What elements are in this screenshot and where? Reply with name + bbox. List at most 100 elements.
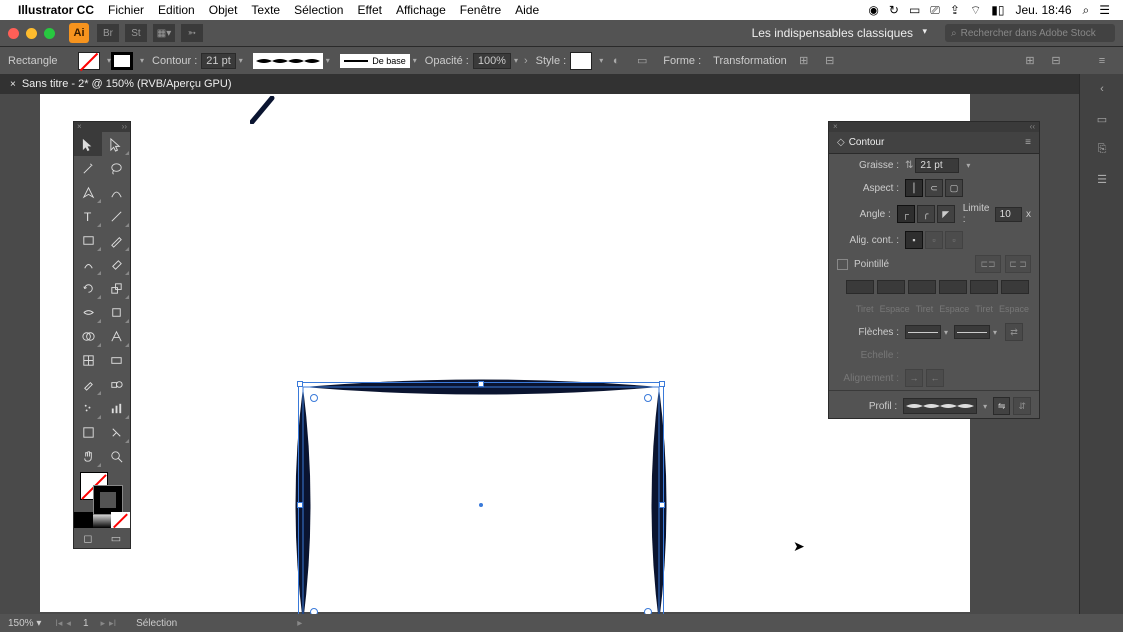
arrow-align-1[interactable]: →	[905, 369, 923, 387]
menu-objet[interactable]: Objet	[209, 3, 238, 17]
opacity-more[interactable]: ›	[524, 55, 528, 67]
style-dd[interactable]	[596, 56, 603, 65]
stroke-panel-menu-icon[interactable]: ≡	[1025, 137, 1031, 148]
recolor-icon[interactable]: ◐	[606, 51, 626, 71]
dash-3[interactable]	[970, 280, 998, 294]
dash-2[interactable]	[908, 280, 936, 294]
mesh-tool[interactable]	[74, 348, 102, 372]
menu-affichage[interactable]: Affichage	[396, 3, 446, 17]
gap-3[interactable]	[1001, 280, 1029, 294]
zoom-level[interactable]: 150% ▾	[8, 618, 41, 629]
next-artboard[interactable]: ▸	[101, 618, 106, 629]
align-center[interactable]: ▪	[905, 231, 923, 249]
isolate-icon[interactable]: ⊞	[794, 51, 814, 71]
opacity-field[interactable]: 100%	[473, 53, 518, 69]
style-swatch[interactable]	[570, 52, 592, 70]
spotlight-icon[interactable]: ⌕	[1083, 3, 1090, 18]
document-tab[interactable]: × Sans titre - 2* @ 150% (RVB/Aperçu GPU…	[0, 76, 242, 92]
handle-tr[interactable]	[659, 381, 665, 387]
handle-mr[interactable]	[659, 502, 665, 508]
artboard-tool[interactable]	[74, 420, 102, 444]
distribute-icon[interactable]: ⊟	[1046, 51, 1066, 71]
dashed-checkbox[interactable]	[837, 259, 848, 270]
airplay-icon[interactable]: ⇪	[950, 3, 960, 17]
swap-arrows[interactable]: ⇄	[1005, 323, 1023, 341]
arrange-icon[interactable]: ▦▾	[153, 24, 175, 42]
handle-tc[interactable]	[478, 381, 484, 387]
stroke-swatch[interactable]	[111, 52, 133, 70]
magic-wand-tool[interactable]	[74, 156, 102, 180]
stroke-dd[interactable]	[137, 56, 144, 65]
symbol-sprayer-tool[interactable]	[74, 396, 102, 420]
dash-align[interactable]: ⊏ ⊐	[1005, 255, 1031, 273]
fill-dd[interactable]	[104, 56, 111, 65]
prev-artboard[interactable]: ◂	[66, 618, 71, 629]
screen-icon[interactable]: ⎚	[930, 3, 940, 18]
stock-search[interactable]: ⌕ Rechercher dans Adobe Stock	[945, 24, 1115, 42]
join-miter[interactable]: ┌	[897, 205, 915, 223]
menu-fichier[interactable]: Fichier	[108, 3, 144, 17]
scale-tool[interactable]	[102, 276, 130, 300]
cc-icon[interactable]: ◉	[868, 3, 878, 17]
align-outside[interactable]: ▫	[945, 231, 963, 249]
layers-icon[interactable]: ☰	[1080, 164, 1123, 194]
bridge-icon[interactable]: Br	[97, 24, 119, 42]
lasso-tool[interactable]	[102, 156, 130, 180]
free-transform-tool[interactable]	[102, 300, 130, 324]
fill-swatch[interactable]	[78, 52, 100, 70]
last-artboard[interactable]: ▸I	[109, 618, 116, 629]
type-tool[interactable]: T	[74, 204, 102, 228]
shape-builder-tool[interactable]	[74, 324, 102, 348]
first-artboard[interactable]: I◂	[55, 618, 62, 629]
tools-panel-grip[interactable]: ×››	[74, 122, 130, 132]
menu-edition[interactable]: Edition	[158, 3, 195, 17]
corner-widget-tl[interactable]	[310, 394, 318, 402]
gap-2[interactable]	[939, 280, 967, 294]
gradient-tool[interactable]	[102, 348, 130, 372]
gap-1[interactable]	[877, 280, 905, 294]
join-round[interactable]: ╭	[917, 205, 935, 223]
zoom-tool[interactable]	[102, 444, 130, 468]
properties-icon[interactable]: ▭	[1080, 104, 1123, 134]
clock[interactable]: Jeu. 18:46	[1015, 3, 1071, 17]
selection-tool[interactable]	[74, 132, 102, 156]
battery-icon[interactable]: ▮▯	[991, 3, 1004, 17]
menu-selection[interactable]: Sélection	[294, 3, 343, 17]
flip-along[interactable]: ⇋	[993, 397, 1011, 415]
selected-rectangle[interactable]	[300, 384, 662, 626]
color-none[interactable]	[111, 512, 130, 528]
screen-mode[interactable]: ▭	[102, 528, 130, 548]
profile-dropdown[interactable]	[903, 398, 977, 414]
edit-icon[interactable]: ⊟	[820, 51, 840, 71]
blend-tool[interactable]	[102, 372, 130, 396]
align-icon[interactable]: ▭	[632, 51, 652, 71]
rotate-tool[interactable]	[74, 276, 102, 300]
hand-tool[interactable]	[74, 444, 102, 468]
color-gradient[interactable]	[93, 512, 112, 528]
direct-selection-tool[interactable]	[102, 132, 130, 156]
workspace-preset[interactable]: Les indispensables classiques	[746, 24, 931, 42]
flip-across[interactable]: ⇵	[1013, 397, 1031, 415]
arrow-start-dd[interactable]	[941, 327, 948, 338]
menu-aide[interactable]: Aide	[515, 3, 539, 17]
panel-menu-icon[interactable]: ≡	[1092, 51, 1112, 71]
dock-expand-icon[interactable]: ‹	[1080, 74, 1123, 104]
color-solid[interactable]	[74, 512, 93, 528]
cap-square[interactable]: ▢	[945, 179, 963, 197]
close-window[interactable]	[8, 28, 19, 39]
arrow-align-2[interactable]: ←	[926, 369, 944, 387]
paintbrush-tool[interactable]	[102, 228, 130, 252]
graph-tool[interactable]	[102, 396, 130, 420]
stroke-def-dd[interactable]: De base	[340, 54, 417, 68]
artboard-number[interactable]: 1	[75, 618, 97, 629]
stroke-weight-field[interactable]: 21 pt	[201, 53, 242, 69]
shaper-tool[interactable]	[74, 252, 102, 276]
close-tab-icon[interactable]: ×	[10, 79, 16, 90]
weight-dd[interactable]	[963, 160, 970, 171]
join-bevel[interactable]: ◤	[937, 205, 955, 223]
menu-icon[interactable]: ☰	[1099, 3, 1110, 17]
profile-dd-arrow[interactable]	[980, 401, 987, 412]
handle-ml[interactable]	[297, 502, 303, 508]
libraries-icon[interactable]: ⎘	[1080, 134, 1123, 164]
arrow-end[interactable]	[954, 325, 990, 339]
